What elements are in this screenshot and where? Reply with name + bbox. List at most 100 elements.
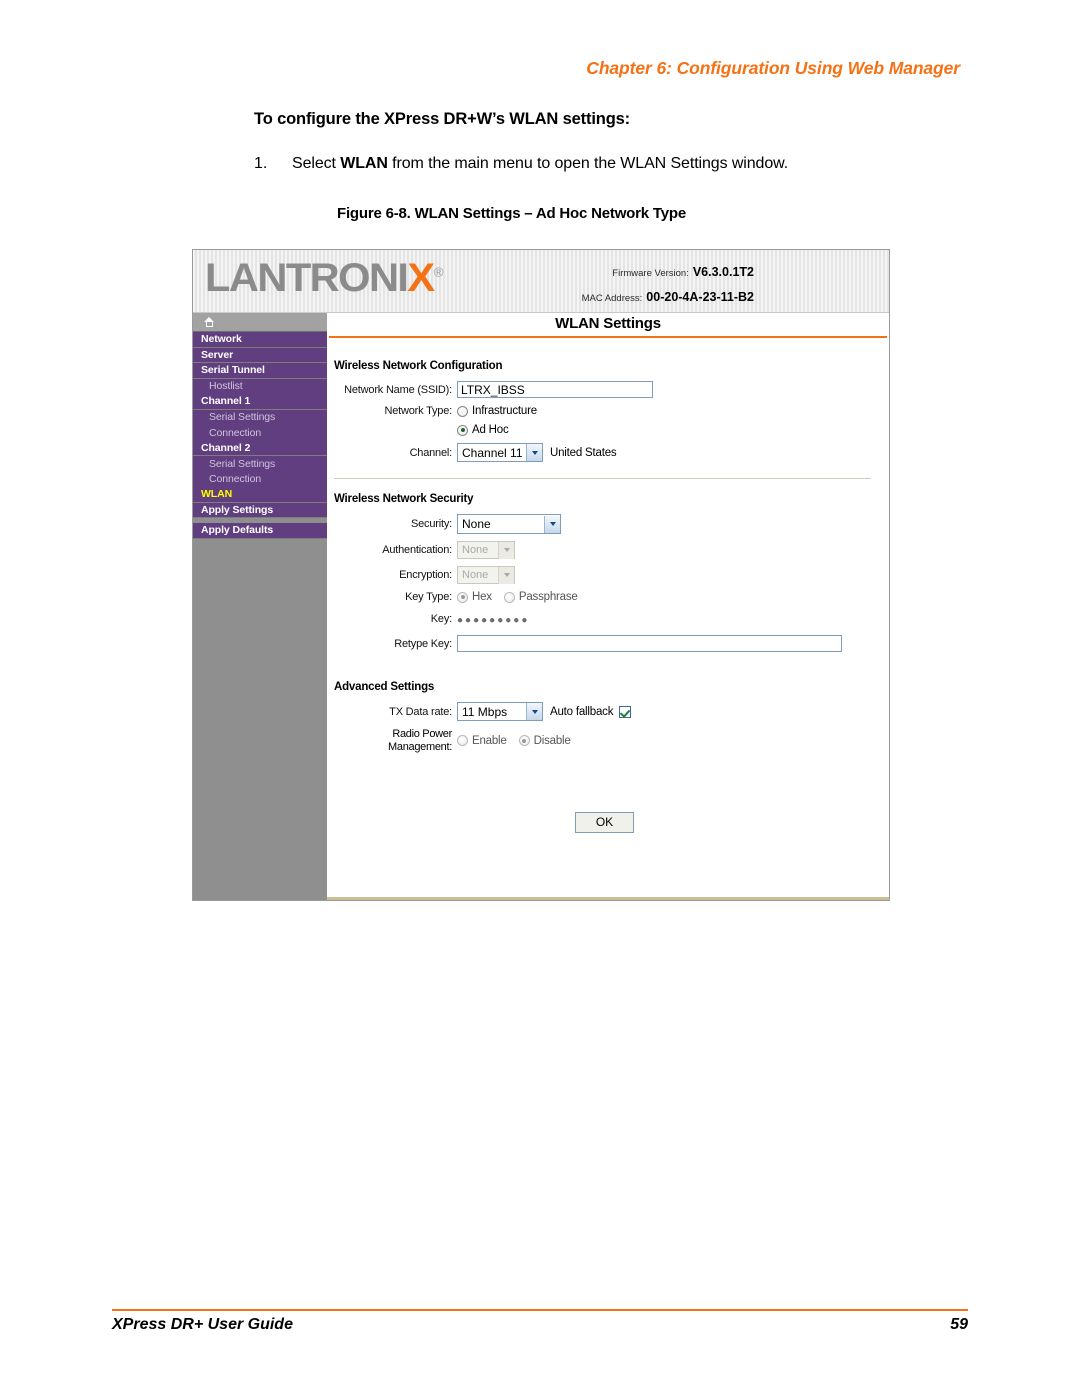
sidebar-item-connection[interactable]: Connection: [193, 471, 327, 487]
channel-select-value: Channel 11: [462, 445, 523, 460]
chevron-down-icon: [526, 444, 542, 461]
radio-label-infrastructure: Infrastructure: [472, 405, 537, 417]
field-row-security: Security: None: [334, 514, 875, 534]
field-row-encryption: Encryption: None: [334, 566, 875, 584]
radio-label-ad-hoc: Ad Hoc: [472, 424, 509, 436]
page-title: To configure the XPress DR+W’s WLAN sett…: [254, 110, 630, 128]
retype-key-input[interactable]: [457, 635, 842, 652]
sidebar-inner: Network Server Serial Tunnel Hostlist Channe…: [193, 313, 327, 900]
chevron-down-icon: [498, 566, 514, 584]
firmware-version-label: Firmware Version:: [612, 268, 689, 279]
chapter-header: Chapter 6: Configuration Using Web Manag…: [586, 58, 960, 78]
radio-power-management-label-line2: Management:: [388, 740, 452, 753]
step-text-before: Select: [292, 155, 341, 172]
field-row-tx-data-rate: TX Data rate: 11 Mbps Auto fallback: [334, 702, 875, 721]
mac-address-label: MAC Address:: [581, 292, 643, 304]
authentication-select-value: None: [462, 544, 489, 556]
tx-data-rate-select-value: 11 Mbps: [462, 704, 508, 719]
sidebar-item-serial-tunnel[interactable]: Serial Tunnel: [193, 363, 327, 379]
footer-title: XPress DR+ User Guide: [112, 1316, 293, 1333]
document-body: To configure the XPress DR+W’s WLAN sett…: [192, 110, 952, 236]
screenshot-figure: LANTRONIX® Firmware Version: V6.3.0.1T2 M…: [192, 249, 890, 901]
auto-fallback-label: Auto fallback: [550, 705, 614, 718]
step-text-bold: WLAN: [340, 155, 388, 172]
device-main-area: Network Server Serial Tunnel Hostlist Channe…: [193, 313, 889, 900]
radio-network-type-ad-hoc[interactable]: [457, 424, 468, 436]
security-label: Security:: [411, 518, 452, 530]
logo-text: LANTRONI: [205, 256, 409, 300]
key-label: Key:: [430, 613, 452, 625]
sidebar-item-home[interactable]: [193, 313, 327, 332]
radio-power-enable[interactable]: [457, 735, 468, 747]
chevron-down-icon: [526, 703, 542, 720]
field-row-ssid: Network Name (SSID):: [334, 381, 875, 398]
sidebar-item-serial-settings[interactable]: Serial Settings: [193, 456, 327, 472]
sidebar-filler: [193, 538, 327, 900]
authentication-label: Authentication:: [382, 544, 452, 556]
retype-key-label: Retype Key:: [394, 637, 452, 650]
lantronix-logo: LANTRONIX®: [205, 256, 444, 300]
sidebar-item-label: Apply Settings: [201, 503, 274, 516]
sidebar-item-label: Serial Settings: [209, 457, 276, 470]
security-select[interactable]: None: [457, 514, 561, 534]
field-row-key-type: Key Type: Hex Passphrase: [334, 591, 875, 603]
radio-label-disable: Disable: [533, 734, 571, 747]
encryption-select-value: None: [462, 569, 489, 581]
ok-button[interactable]: OK: [575, 811, 634, 833]
sidebar-item-label: Network: [201, 333, 242, 346]
sidebar-item-label: Serial Tunnel: [201, 364, 265, 377]
ok-button-wrap: OK: [334, 811, 875, 833]
logo-registered-mark: ®: [433, 264, 444, 280]
firmware-version-value: V6.3.0.1T2: [692, 265, 754, 279]
sidebar-item-apply-defaults[interactable]: Apply Defaults: [193, 523, 327, 539]
footer-page-number: 59: [950, 1316, 968, 1333]
sidebar-item-channel-2[interactable]: Channel 2: [193, 440, 327, 456]
mac-address-value: 00-20-4A-23-11-B2: [646, 289, 754, 304]
ssid-label: Network Name (SSID):: [344, 383, 452, 396]
mac-address-row: MAC Address: 00-20-4A-23-11-B2: [582, 285, 754, 310]
logo-accent-letter: X: [407, 256, 435, 300]
sidebar-nav-list: Network Server Serial Tunnel Hostlist Channe…: [193, 332, 327, 539]
sidebar-item-label: WLAN: [201, 488, 233, 501]
step-text-after: from the main menu to open the WLAN Sett…: [387, 155, 789, 172]
channel-region-note: United States: [550, 446, 617, 459]
radio-key-type-hex[interactable]: [457, 591, 468, 603]
channel-label: Channel:: [409, 446, 453, 459]
radio-label-hex: Hex: [472, 591, 492, 603]
field-row-network-type-infrastructure: Network Type: Infrastructure: [334, 405, 875, 417]
sidebar-item-connection[interactable]: Connection: [193, 425, 327, 441]
ssid-input[interactable]: [457, 381, 653, 398]
auto-fallback-checkbox[interactable]: [619, 705, 632, 718]
field-row-authentication: Authentication: None: [334, 541, 875, 559]
sidebar-item-serial-settings[interactable]: Serial Settings: [193, 409, 327, 425]
chevron-down-icon: [498, 541, 514, 559]
authentication-select: None: [457, 541, 515, 559]
sidebar-item-channel-1[interactable]: Channel 1: [193, 394, 327, 410]
figure-caption: Figure 6-8. WLAN Settings – Ad Hoc Netwo…: [337, 205, 686, 222]
tx-data-rate-select[interactable]: 11 Mbps: [457, 702, 543, 721]
firmware-version-row: Firmware Version: V6.3.0.1T2: [582, 260, 754, 285]
sidebar-item-label: Hostlist: [209, 380, 243, 393]
encryption-label: Encryption:: [399, 569, 452, 581]
sidebar-item-wlan[interactable]: WLAN: [193, 487, 327, 503]
sidebar-item-label: Serial Settings: [209, 411, 276, 424]
radio-power-disable[interactable]: [518, 735, 530, 747]
key-input[interactable]: ●●●●●●●●●: [457, 610, 842, 628]
device-content-panel: WLAN Settings Wireless Network Configura…: [327, 313, 889, 900]
channel-select[interactable]: Channel 11: [457, 443, 543, 462]
section-title-wireless-network-configuration: Wireless Network Configuration: [334, 360, 503, 372]
key-input-value: ●●●●●●●●●: [457, 615, 530, 626]
radio-network-type-infrastructure[interactable]: [457, 405, 468, 417]
tx-data-rate-label: TX Data rate:: [389, 705, 452, 718]
sidebar-item-hostlist[interactable]: Hostlist: [193, 378, 327, 394]
sidebar-item-server[interactable]: Server: [193, 347, 327, 363]
sidebar-item-label: Apply Defaults: [201, 524, 274, 537]
radio-key-type-passphrase[interactable]: [503, 591, 515, 603]
sidebar-item-network[interactable]: Network: [193, 332, 327, 348]
step-number: 1.: [254, 155, 268, 172]
section-divider-1: [334, 478, 871, 479]
encryption-select: None: [457, 566, 515, 584]
sidebar-item-apply-settings[interactable]: Apply Settings: [193, 502, 327, 518]
footer: XPress DR+ User Guide 59: [112, 1316, 968, 1334]
